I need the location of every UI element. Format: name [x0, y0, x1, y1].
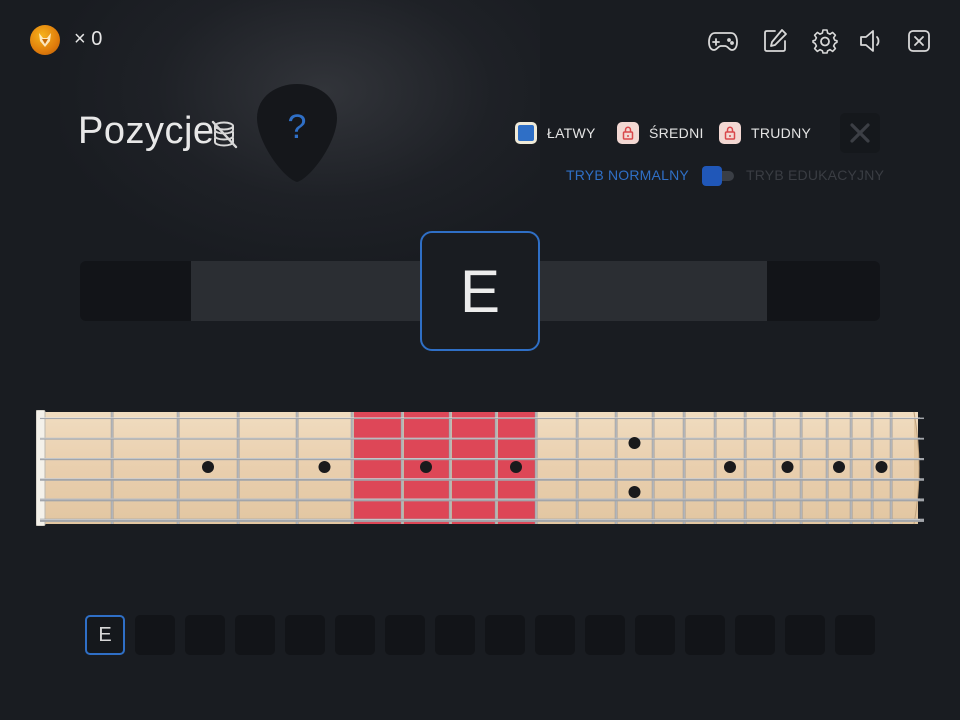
fret-wire-shine: [683, 412, 685, 524]
fret-marker-dot: [628, 486, 641, 498]
checkbox-icon: [515, 122, 537, 144]
coin-count: × 0: [74, 28, 103, 50]
nut: [36, 410, 46, 526]
answer-slot: [485, 615, 525, 655]
fret-wire-shine: [773, 412, 775, 524]
mode-education-label[interactable]: TRYB EDUKACYJNY: [746, 167, 884, 183]
gamepad-icon[interactable]: [707, 26, 739, 56]
difficulty-hard[interactable]: TRUDNY: [719, 122, 811, 144]
fret-wire-shine: [800, 412, 802, 524]
fret-marker-dot: [781, 461, 794, 473]
fret-wire-shine: [871, 412, 873, 524]
fret-marker-dot: [510, 461, 522, 473]
close-icon: [850, 123, 870, 143]
answer-slot: [335, 615, 375, 655]
fret-marker-dot: [628, 437, 641, 449]
highlighted-fret: [452, 412, 496, 524]
fret-marker-dot: [724, 461, 736, 473]
fret-wire-shine: [351, 412, 353, 524]
highlighted-fret: [354, 412, 402, 524]
fret-wire-shine: [890, 412, 892, 524]
answer-slot: [835, 615, 875, 655]
answer-slot: [635, 615, 675, 655]
difficulty-medium[interactable]: ŚREDNI: [617, 122, 704, 144]
fret-wire-shine: [576, 412, 578, 524]
fret-wire-shine: [296, 412, 298, 524]
answer-slot: [585, 615, 625, 655]
difficulty-medium-label: ŚREDNI: [649, 125, 704, 141]
fret-wire-shine: [826, 412, 828, 524]
mode-normal-label[interactable]: TRYB NORMALNY: [566, 167, 689, 183]
fret-marker-dot: [420, 461, 432, 473]
current-note-card: E: [420, 231, 540, 351]
fret-wire-shine: [449, 412, 451, 524]
fret-wire-shine: [714, 412, 716, 524]
difficulty-hard-label: TRUDNY: [751, 125, 812, 141]
coins-off-icon[interactable]: [208, 118, 240, 150]
page-title: Pozycje: [78, 110, 215, 152]
fret-wire-shine: [177, 412, 179, 524]
answer-slot: [535, 615, 575, 655]
answer-slot: [735, 615, 775, 655]
current-note: E: [459, 257, 501, 325]
coin-icon: [30, 25, 60, 55]
fret-wire-shine: [535, 412, 537, 524]
fretboard-end: [913, 411, 920, 525]
lock-icon: [719, 122, 741, 144]
answer-slot: [235, 615, 275, 655]
answer-slot: [785, 615, 825, 655]
edit-icon[interactable]: [759, 26, 791, 56]
answer-slot: [435, 615, 475, 655]
fox-icon: [39, 33, 51, 47]
fret-wire-shine: [744, 412, 746, 524]
fret-marker-dot: [318, 461, 331, 473]
answer-slot: [185, 615, 225, 655]
fret-wire-shine: [652, 412, 654, 524]
answer-slot: [685, 615, 725, 655]
exit-icon[interactable]: [903, 26, 935, 56]
answer-slot: [385, 615, 425, 655]
fret-marker-dot: [202, 461, 214, 473]
answer-slot: [285, 615, 325, 655]
fret-marker-dot: [875, 461, 888, 473]
fret-wire-shine: [495, 412, 497, 524]
close-button[interactable]: [840, 113, 880, 153]
fret-wire-shine: [850, 412, 852, 524]
fret-marker-dot: [833, 461, 845, 473]
help-question-mark: ?: [287, 108, 307, 146]
mode-toggle[interactable]: [702, 166, 734, 186]
fretboard[interactable]: [36, 410, 924, 526]
difficulty-easy-label: ŁATWY: [547, 125, 596, 141]
difficulty-easy[interactable]: ŁATWY: [515, 122, 596, 144]
settings-icon[interactable]: [809, 26, 841, 56]
answer-slot: [135, 615, 175, 655]
toggle-knob: [702, 166, 722, 186]
fret-wire-shine: [111, 412, 113, 524]
volume-icon[interactable]: [856, 26, 888, 56]
fret-wire-shine: [401, 412, 403, 524]
fret-wire-shine: [237, 412, 239, 524]
lock-icon: [617, 122, 639, 144]
fret-wire-shine: [615, 412, 617, 524]
answer-slot: E: [85, 615, 125, 655]
help-pick-button[interactable]: ?: [255, 82, 339, 184]
